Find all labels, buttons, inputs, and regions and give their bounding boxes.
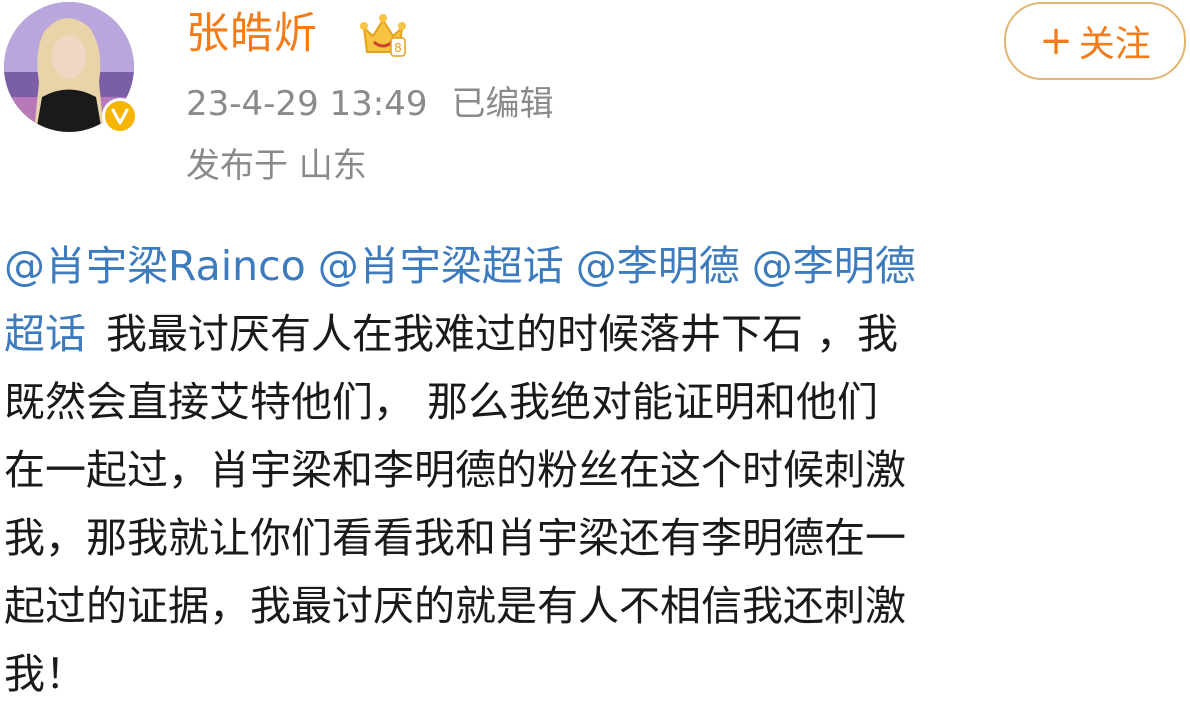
post-text: 我最讨厌有人在我难过的时候落井下石 ，我 xyxy=(106,310,899,358)
plus-icon: + xyxy=(1039,18,1073,64)
post-line: 我！ xyxy=(4,650,86,698)
mention-link[interactable]: @肖宇梁Rainco xyxy=(4,242,306,290)
svg-text:8: 8 xyxy=(394,41,402,55)
edited-label[interactable]: 已编辑 xyxy=(452,84,554,124)
post-line: 在一起过，肖宇梁和李明德的粉丝在这个时候刺激 xyxy=(4,446,906,494)
verified-badge-icon xyxy=(102,98,138,134)
post-meta: 23-4-29 13:49 已编辑 xyxy=(186,82,554,126)
mention-link[interactable]: @李明德 xyxy=(576,242,740,290)
mention-link[interactable]: @李明德 xyxy=(752,242,916,290)
post-content: @肖宇梁Rainco @肖宇梁超话 @李明德 @李明德 超话 我最讨厌有人在我难过的时候… xyxy=(4,232,1184,708)
crown-member-icon[interactable]: 8 xyxy=(358,12,408,58)
post-location: 发布于 山东 xyxy=(186,146,367,186)
follow-button-label: 关注 xyxy=(1078,24,1151,65)
post-line: 起过的证据，我最讨厌的就是有人不相信我还刺激 xyxy=(4,582,906,630)
mention-link[interactable]: 超话 xyxy=(4,310,86,358)
post-line: 我，那我就让你们看看我和肖宇梁还有李明德在一 xyxy=(4,514,906,562)
avatar-container[interactable] xyxy=(4,2,140,138)
author-name[interactable]: 张皓炘 xyxy=(186,8,318,60)
post-line: 超话 我最讨厌有人在我难过的时候落井下石 ，我 xyxy=(4,300,1184,368)
post-timestamp: 23-4-29 13:49 xyxy=(186,84,428,124)
follow-button[interactable]: + 关注 xyxy=(1004,2,1186,80)
post-line: @肖宇梁Rainco @肖宇梁超话 @李明德 @李明德 xyxy=(4,232,1184,300)
mention-link[interactable]: @肖宇梁超话 xyxy=(318,242,564,290)
post-line: 既然会直接艾特他们， 那么我绝对能证明和他们 xyxy=(4,378,879,426)
